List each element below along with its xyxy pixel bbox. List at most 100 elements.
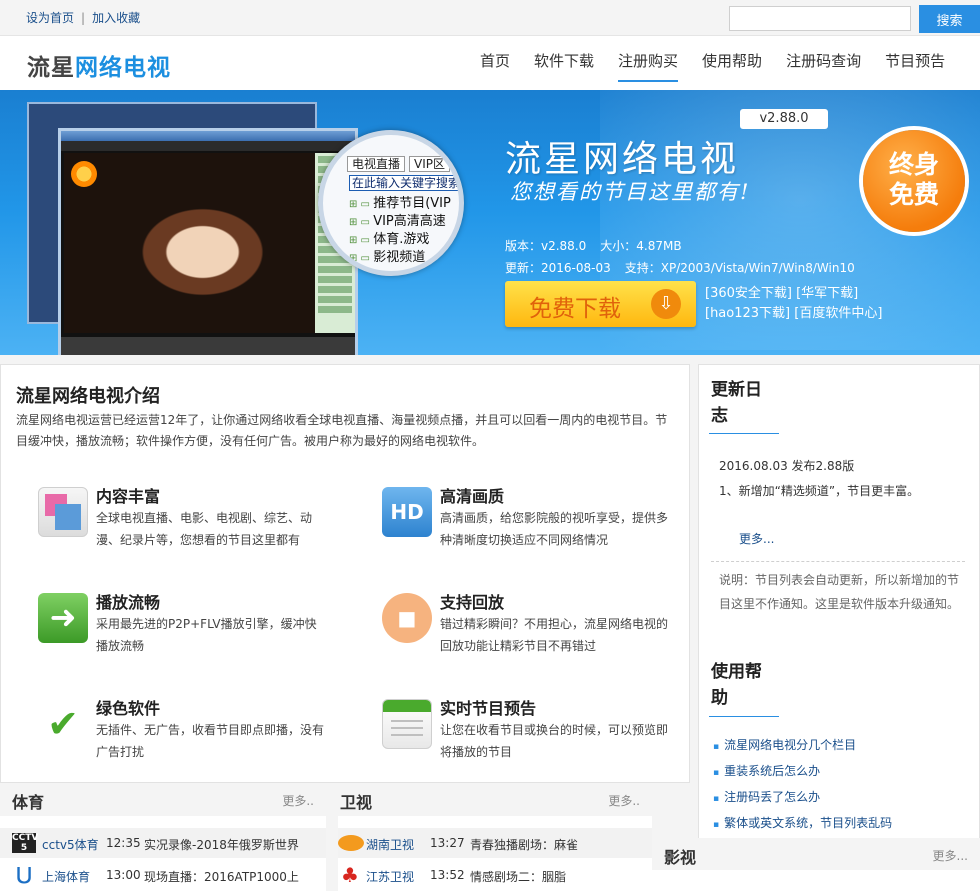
feature-desc: 让您在收看节目或换台的时候，可以预览即将播放的节目 bbox=[440, 723, 669, 759]
nav-regcode-query[interactable]: 注册码查询 bbox=[774, 36, 873, 90]
channel-row[interactable]: ♣ 江苏卫视 13:52 情感剧场二：胭脂 bbox=[338, 860, 652, 890]
channel-name[interactable]: cctv5体育 bbox=[42, 836, 99, 853]
set-home-link[interactable]: 设为首页 bbox=[26, 11, 74, 25]
nav-schedule[interactable]: 节目预告 bbox=[873, 36, 957, 90]
banner-title: 流星网络电视 bbox=[505, 139, 740, 180]
play-arrow-icon: ➜ bbox=[38, 593, 88, 643]
mirror-360[interactable]: [360安全下载] bbox=[705, 286, 792, 301]
movies-list bbox=[652, 870, 980, 891]
site-logo[interactable]: 流星网络电视 bbox=[27, 48, 171, 82]
player-screenshot bbox=[58, 128, 358, 355]
magnifier-tab-vip: VIP区 bbox=[409, 156, 451, 172]
movies-title: 影视 bbox=[664, 848, 697, 867]
free-download-button[interactable]: 免费下载 ⇩ bbox=[505, 281, 696, 327]
program-time: 13:27 bbox=[430, 836, 465, 850]
download-arrow-icon: ⇩ bbox=[651, 289, 681, 319]
feature-content: 内容丰富 全球电视直播、电影、电视剧、综艺、动漫、纪录片等，您想看的节目这里都有 bbox=[38, 487, 338, 557]
player-menubar bbox=[61, 141, 355, 151]
changelog-date: 2016.08.03 发布2.88版 bbox=[719, 459, 855, 473]
changelog-item: 1、新增加“精选频道”，节目更丰富。 bbox=[719, 484, 920, 498]
feature-desc: 高清画质，给您影院般的视听享受，提供多种清晰度切换适应不同网络情况 bbox=[440, 511, 669, 547]
magnifier-tab-live: 电视直播 bbox=[347, 156, 406, 172]
banner-slogan: 您想看的节目这里都有! bbox=[510, 180, 751, 204]
logo-text-part2: 网络电视 bbox=[75, 55, 171, 81]
search-input[interactable] bbox=[729, 6, 911, 31]
nav-home[interactable]: 首页 bbox=[468, 36, 522, 90]
hero-banner: 电视直播VIP区 在此输入关键字搜索 推荐节目(VIP VIP高清高速 体育.游… bbox=[0, 90, 980, 355]
mirror-links: [360安全下载] [华军下载] [hao123下载] [百度软件中心] bbox=[705, 284, 882, 324]
intro-panel: 流星网络电视介绍 流星网络电视运营已经运营12年了，让你通过网络收看全球电视直播… bbox=[0, 364, 690, 783]
help-underline bbox=[709, 716, 779, 717]
mirror-huajun[interactable]: [华军下载] bbox=[796, 286, 858, 301]
feature-desc: 错过精彩瞬间？不用担心，流星网络电视的回放功能让精彩节目不再错过 bbox=[440, 617, 669, 653]
hunan-tv-logo-icon bbox=[338, 835, 364, 851]
channel-row[interactable]: 湖南卫视 13:27 青春独播剧场：麻雀 bbox=[338, 828, 652, 858]
nav-download[interactable]: 软件下载 bbox=[522, 36, 606, 90]
version-label: 版本：v2.88.0 bbox=[505, 239, 587, 253]
magnifier-tabs: 电视直播 VIP区 bbox=[347, 155, 454, 172]
help-link[interactable]: 注册码丢了怎么办 bbox=[724, 790, 820, 804]
channel-row[interactable]: ⋃ 上海体育 13:00 现场直播：2016ATP1000上 bbox=[0, 860, 326, 890]
satellite-more-link[interactable]: 更多.. bbox=[608, 792, 640, 809]
changelog-underline bbox=[709, 433, 779, 434]
changelog-title: 更新日 志 bbox=[711, 380, 762, 426]
changelog-more-link[interactable]: 更多... bbox=[739, 530, 774, 547]
program-time: 13:00 bbox=[106, 868, 141, 882]
feature-smooth: ➜ 播放流畅 采用最先进的P2P+FLV播放引擎，缓冲快播放流畅 bbox=[38, 593, 338, 663]
top-links: 设为首页 | 加入收藏 bbox=[26, 9, 140, 26]
right-sidebar: 更新日 志 2016.08.03 发布2.88版 1、新增加“精选频道”，节目更… bbox=[698, 364, 980, 891]
feature-title: 高清画质 bbox=[440, 487, 505, 506]
help-link[interactable]: 繁体或英文系统，节目列表乱码 bbox=[724, 816, 892, 830]
program-time: 12:35 bbox=[106, 836, 141, 850]
program-title: 青春独播剧场：麻雀 bbox=[470, 838, 579, 852]
magnifier-item: 影视频道 bbox=[349, 249, 451, 267]
feature-hd: HD 高清画质 高清画质，给您影院般的视听享受，提供多种清晰度切换适应不同网络情… bbox=[382, 487, 682, 557]
nav-help[interactable]: 使用帮助 bbox=[690, 36, 774, 90]
feature-title: 绿色软件 bbox=[96, 699, 161, 718]
badge-line1: 终身 bbox=[888, 150, 939, 179]
jiangsu-tv-logo-icon: ♣ bbox=[341, 863, 359, 887]
support-label: 支持：XP/2003/Vista/Win7/Win8/Win10 bbox=[624, 261, 855, 275]
magnifier-item: 推荐节目(VIP bbox=[349, 195, 451, 213]
mirror-hao123[interactable]: [hao123下载] bbox=[705, 306, 790, 321]
magnifier-zoom: 电视直播VIP区 在此输入关键字搜索 推荐节目(VIP VIP高清高速 体育.游… bbox=[318, 130, 464, 276]
magnifier-item: 体育.游戏 bbox=[349, 231, 451, 249]
main-nav: 首页 软件下载 注册购买 使用帮助 注册码查询 节目预告 bbox=[468, 36, 957, 90]
movies-header: 影视 更多... bbox=[652, 838, 980, 870]
channel-name[interactable]: 上海体育 bbox=[42, 868, 90, 885]
sports-title: 体育 bbox=[12, 793, 45, 812]
program-title: 情感剧场二：胭脂 bbox=[470, 870, 567, 884]
download-label: 免费下载 bbox=[529, 296, 621, 322]
banner-meta: 版本：v2.88.0 大小：4.87MB 更新：2016-08-03 支持：XP/2… bbox=[505, 235, 855, 279]
help-title: 使用帮 助 bbox=[711, 662, 762, 708]
add-favorite-link[interactable]: 加入收藏 bbox=[92, 11, 140, 25]
help-link[interactable]: 流星网络电视分几个栏目 bbox=[724, 738, 856, 752]
logo-text-part1: 流星 bbox=[27, 55, 75, 81]
movies-more-link[interactable]: 更多... bbox=[933, 847, 968, 864]
feature-desc: 全球电视直播、电影、电视剧、综艺、动漫、纪录片等，您想看的节目这里都有 bbox=[96, 511, 313, 547]
player-video-image bbox=[64, 153, 316, 333]
channel-row[interactable]: CCTV 5 cctv5体育 12:35 实况录像-2018年俄罗斯世界 bbox=[0, 828, 326, 858]
hd-icon: HD bbox=[382, 487, 432, 537]
feature-replay: ■ 支持回放 错过精彩瞬间？不用担心，流星网络电视的回放功能让精彩节目不再错过 bbox=[382, 593, 682, 663]
link-separator: | bbox=[81, 11, 86, 25]
changelog-note: 说明：节目列表会自动更新，所以新增加的节目这里不作通知。这里是软件版本升级通知。 bbox=[719, 573, 960, 611]
search-button[interactable]: 搜索 bbox=[919, 5, 980, 33]
feature-desc: 采用最先进的P2P+FLV播放引擎，缓冲快播放流畅 bbox=[96, 617, 317, 653]
sidebar-divider bbox=[711, 561, 965, 562]
satellite-header: 卫视 更多.. bbox=[338, 783, 652, 816]
magnifier-item: VIP高清高速 bbox=[349, 213, 451, 231]
top-utility-bar: 设为首页 | 加入收藏 搜索 bbox=[0, 0, 980, 36]
channel-name[interactable]: 湖南卫视 bbox=[366, 836, 414, 853]
feature-desc: 无插件、无广告，收看节目即点即播，没有广告打扰 bbox=[96, 723, 325, 759]
nav-purchase[interactable]: 注册购买 bbox=[606, 36, 690, 90]
update-label: 更新：2016-08-03 bbox=[505, 261, 611, 275]
help-link[interactable]: 重装系统后怎么办 bbox=[724, 764, 820, 778]
schedule-icon bbox=[382, 699, 432, 749]
lifetime-free-badge: 终身 免费 bbox=[863, 130, 965, 232]
mirror-baidu[interactable]: [百度软件中心] bbox=[794, 306, 882, 321]
shield-check-icon: ✔ bbox=[47, 702, 79, 746]
channel-name[interactable]: 江苏卫视 bbox=[366, 868, 414, 885]
sports-more-link[interactable]: 更多.. bbox=[282, 792, 314, 809]
intro-description: 流星网络电视运营已经运营12年了，让你通过网络收看全球电视直播、海量视频点播，并… bbox=[16, 413, 668, 448]
